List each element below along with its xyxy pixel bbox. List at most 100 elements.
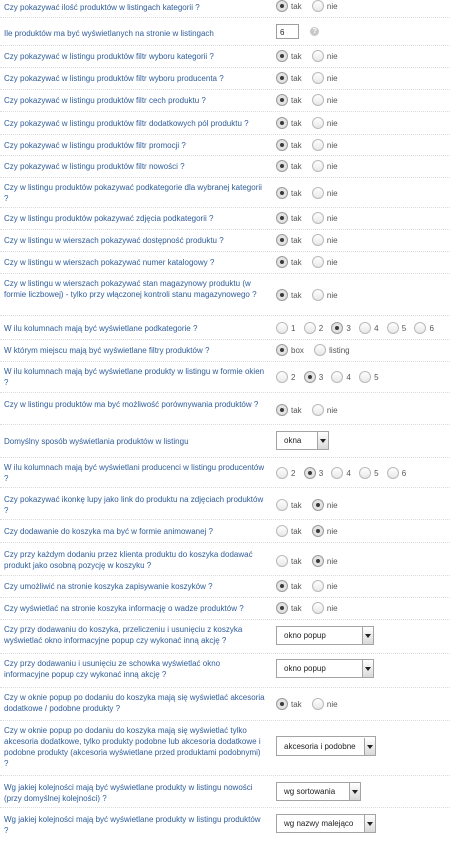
option-yes[interactable]: tak (276, 580, 302, 592)
option-yes[interactable]: tak (276, 212, 302, 224)
radio-yes[interactable] (276, 50, 288, 62)
option-yes[interactable]: tak (276, 256, 302, 268)
radio[interactable] (331, 322, 344, 334)
option-5[interactable]: 5 (386, 322, 406, 334)
radio-no[interactable] (311, 404, 324, 416)
radio-no[interactable] (311, 256, 324, 268)
option-no[interactable]: nie (311, 698, 338, 710)
option-no[interactable]: nie (311, 0, 338, 12)
option-1[interactable]: 1 (276, 322, 295, 334)
radio-no[interactable] (311, 0, 324, 12)
radio[interactable] (386, 467, 399, 479)
radio[interactable] (331, 371, 344, 383)
chevron-down-icon[interactable] (349, 783, 360, 800)
radio-yes[interactable] (276, 160, 288, 172)
option-yes[interactable]: tak (276, 525, 302, 537)
radio[interactable] (276, 371, 288, 383)
option-box[interactable]: box (276, 344, 304, 356)
chevron-down-icon[interactable] (317, 432, 328, 449)
option-yes[interactable]: tak (276, 404, 302, 416)
option-yes[interactable]: tak (276, 499, 302, 511)
radio[interactable] (303, 322, 316, 334)
radio-no[interactable] (311, 72, 324, 84)
wishlist-popup-action-select[interactable]: okno popup (276, 659, 374, 678)
option-no[interactable]: nie (311, 212, 338, 224)
radio-yes[interactable] (276, 580, 288, 592)
radio-yes[interactable] (276, 0, 288, 12)
radio-yes[interactable] (276, 256, 288, 268)
option-no[interactable]: nie (311, 602, 338, 614)
option-yes[interactable]: tak (276, 602, 302, 614)
cart-popup-action-select[interactable]: okno popup (276, 626, 374, 645)
help-icon[interactable]: ? (310, 27, 320, 36)
default-view-select[interactable]: okna (276, 431, 329, 450)
option-no[interactable]: nie (311, 499, 338, 511)
option-no[interactable]: nie (311, 94, 338, 106)
chevron-down-icon[interactable] (364, 737, 375, 755)
option-no[interactable]: nie (311, 555, 338, 567)
radio[interactable] (386, 322, 399, 334)
option-yes[interactable]: tak (276, 72, 302, 84)
option-yes[interactable]: tak (276, 94, 302, 106)
option-no[interactable]: nie (311, 72, 338, 84)
option-yes[interactable]: tak (276, 698, 302, 710)
option-yes[interactable]: tak (276, 50, 302, 62)
radio-no[interactable] (311, 50, 324, 62)
radio[interactable] (276, 322, 288, 334)
radio-no[interactable] (311, 555, 324, 567)
chevron-down-icon[interactable] (362, 660, 373, 677)
radio-no[interactable] (311, 234, 324, 246)
option-no[interactable]: nie (311, 117, 338, 129)
radio-yes[interactable] (276, 117, 288, 129)
option-yes[interactable]: tak (276, 289, 302, 301)
radio-yes[interactable] (276, 72, 288, 84)
radio[interactable] (414, 322, 427, 334)
products-order-select[interactable]: wg nazwy malejąco (276, 814, 376, 833)
option-listing[interactable]: listing (314, 344, 350, 356)
option-2[interactable]: 2 (276, 371, 295, 383)
radio[interactable] (331, 467, 344, 479)
option-no[interactable]: nie (311, 50, 338, 62)
option-2[interactable]: 2 (276, 467, 295, 479)
option-3[interactable]: 3 (303, 467, 323, 479)
option-no[interactable]: nie (311, 580, 338, 592)
option-yes[interactable]: tak (276, 555, 302, 567)
option-no[interactable]: nie (311, 404, 338, 416)
radio[interactable] (314, 344, 327, 356)
option-5[interactable]: 5 (359, 371, 379, 383)
chevron-down-icon[interactable] (364, 815, 375, 832)
radio-yes[interactable] (276, 698, 288, 710)
radio-no[interactable] (311, 580, 324, 592)
option-no[interactable]: nie (311, 256, 338, 268)
option-4[interactable]: 4 (331, 467, 351, 479)
new-products-order-select[interactable]: wg sortowania (276, 782, 361, 801)
radio-no[interactable] (311, 698, 324, 710)
option-3[interactable]: 3 (303, 371, 323, 383)
option-yes[interactable]: tak (276, 139, 302, 151)
radio[interactable] (303, 467, 316, 479)
option-5[interactable]: 5 (359, 467, 379, 479)
radio-yes[interactable] (276, 499, 288, 511)
radio-yes[interactable] (276, 525, 288, 537)
radio[interactable] (359, 467, 372, 479)
radio-no[interactable] (311, 187, 324, 199)
option-yes[interactable]: tak (276, 160, 302, 172)
option-yes[interactable]: tak (276, 187, 302, 199)
option-yes[interactable]: tak (276, 234, 302, 246)
radio-yes[interactable] (276, 289, 288, 301)
radio-yes[interactable] (276, 602, 288, 614)
radio-no[interactable] (311, 160, 324, 172)
option-no[interactable]: nie (311, 289, 338, 301)
option-4[interactable]: 4 (331, 371, 351, 383)
option-no[interactable]: nie (311, 187, 338, 199)
radio-yes[interactable] (276, 555, 288, 567)
option-no[interactable]: nie (311, 234, 338, 246)
radio-yes[interactable] (276, 139, 288, 151)
option-3[interactable]: 3 (331, 322, 351, 334)
option-2[interactable]: 2 (303, 322, 323, 334)
radio-no[interactable] (311, 525, 324, 537)
radio-no[interactable] (311, 602, 324, 614)
radio-yes[interactable] (276, 404, 288, 416)
radio-yes[interactable] (276, 212, 288, 224)
radio-no[interactable] (311, 94, 324, 106)
